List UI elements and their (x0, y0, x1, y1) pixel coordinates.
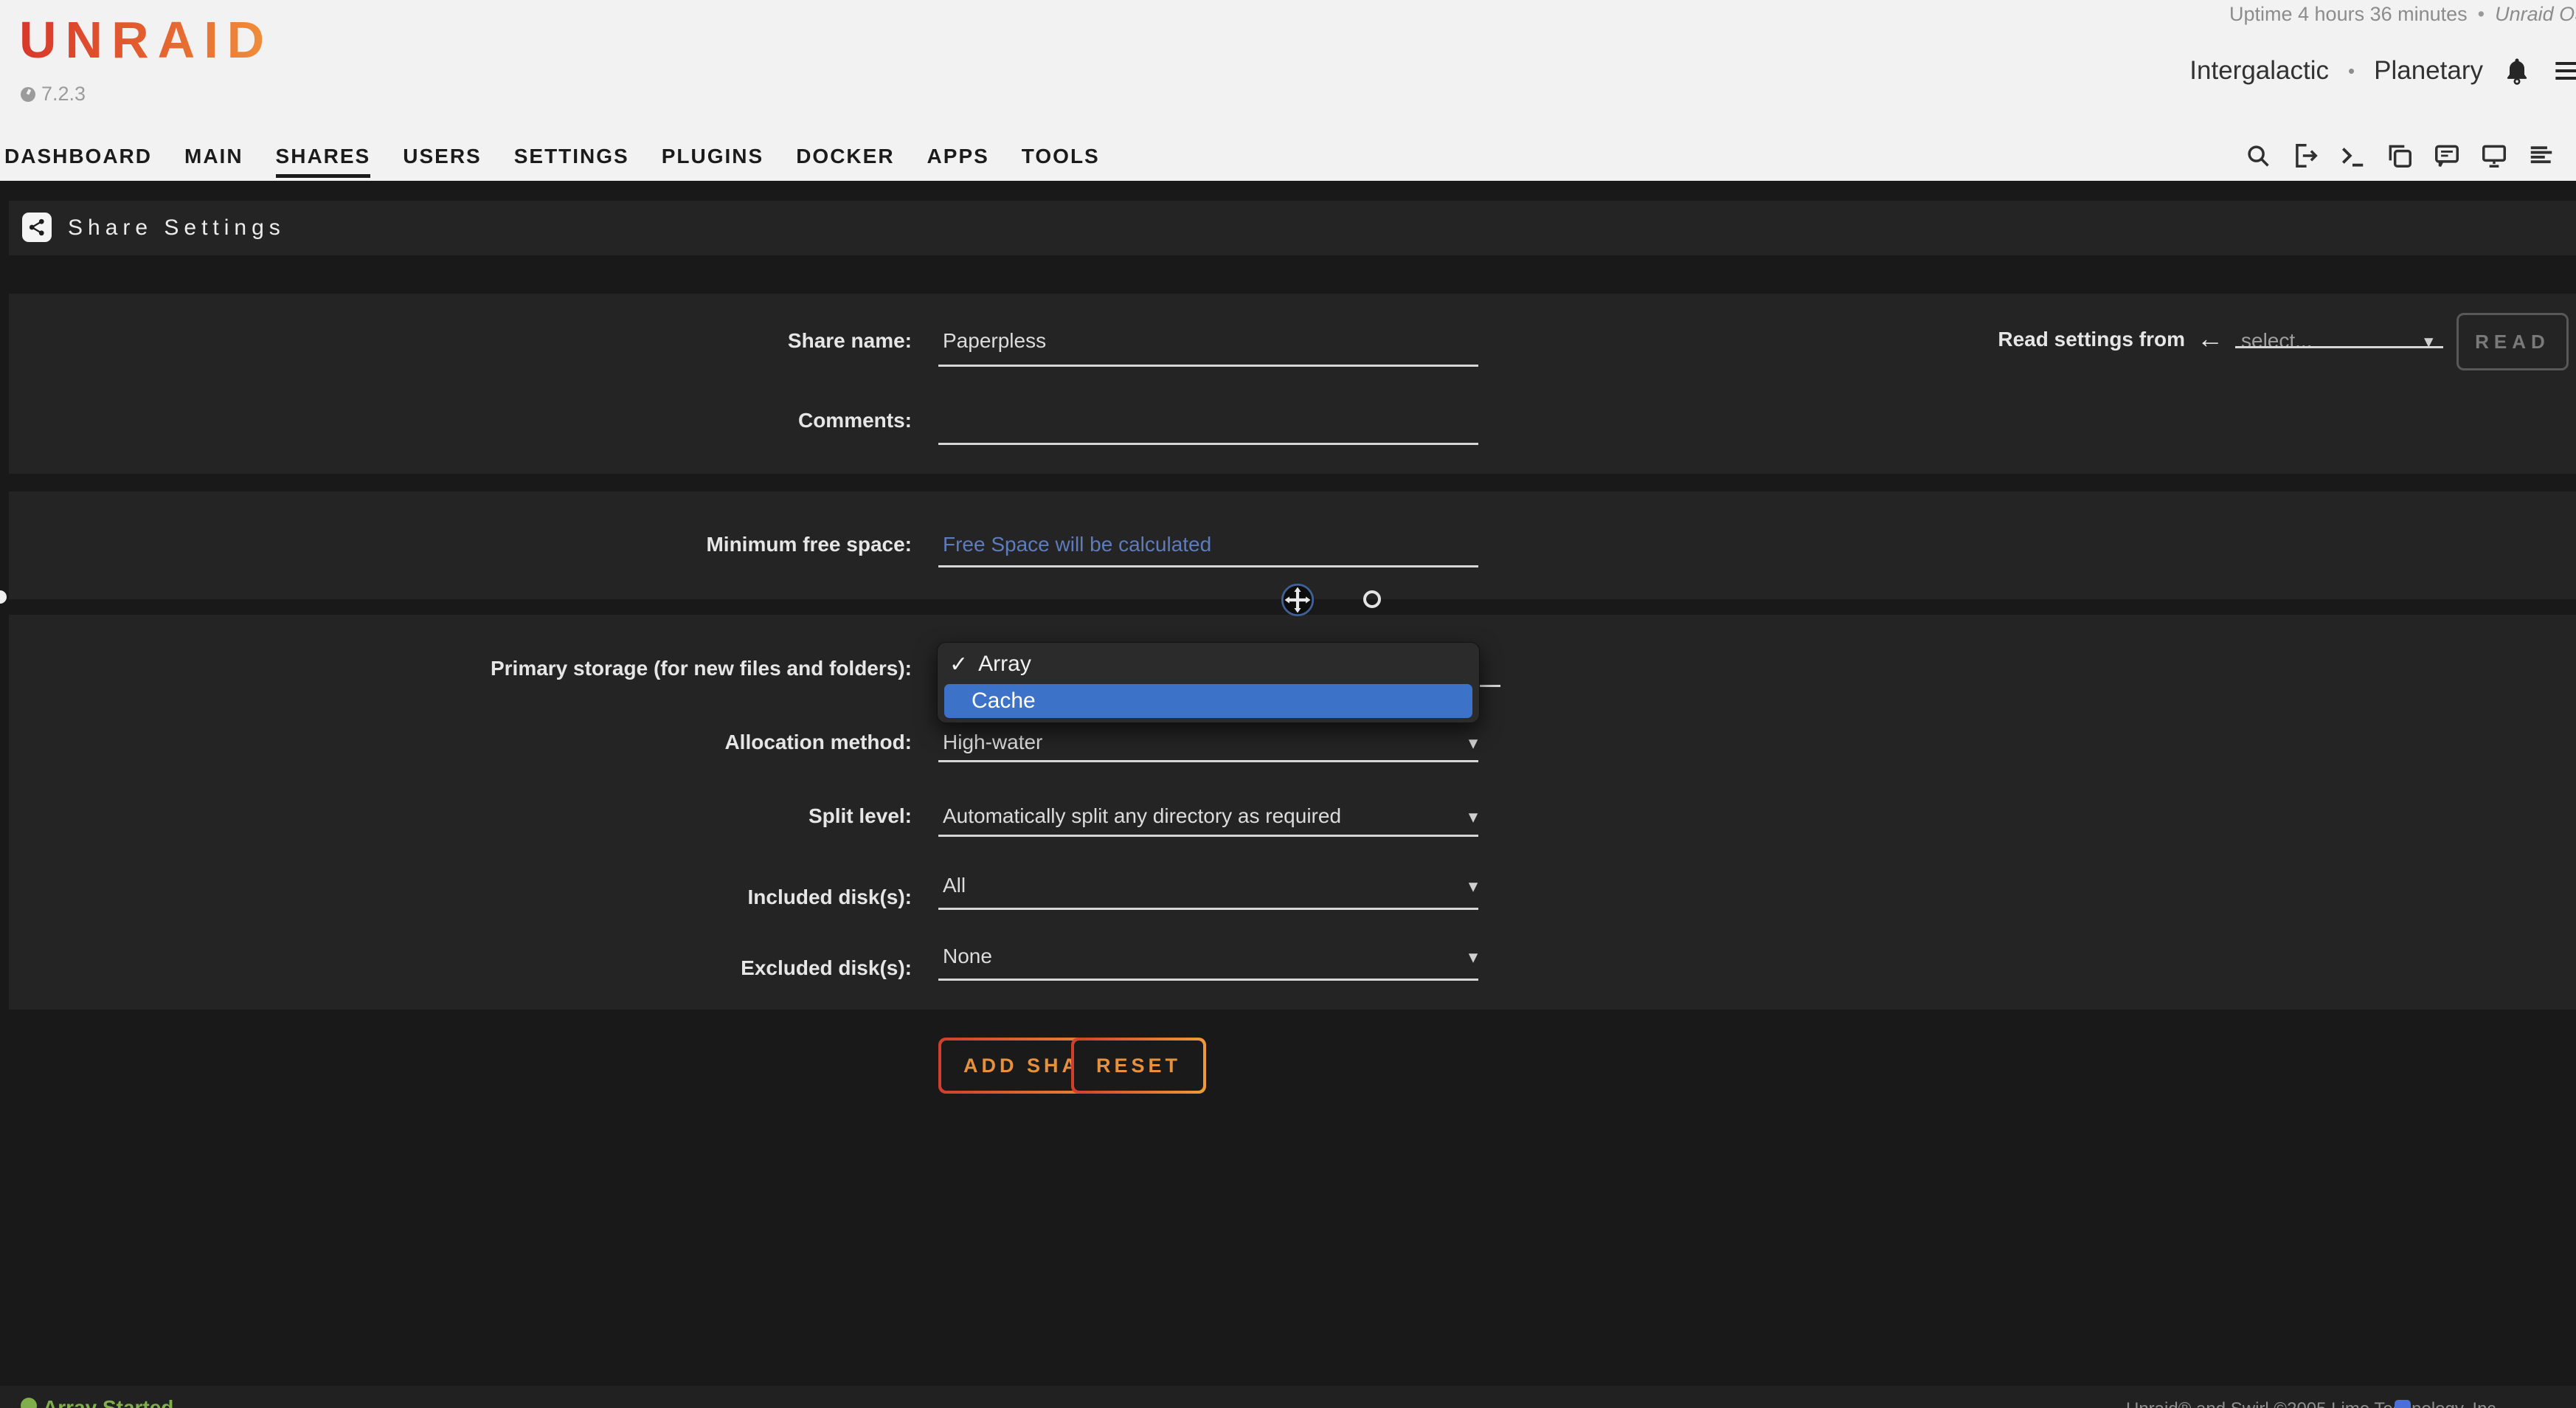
nav-item-docker[interactable]: DOCKER (796, 145, 894, 174)
nav-item-apps[interactable]: APPS (927, 145, 989, 174)
bullet-separator: • (2348, 60, 2355, 83)
nav-item-plugins[interactable]: PLUGINS (662, 145, 764, 174)
sign-out-icon[interactable] (2291, 142, 2319, 170)
excluded-disks-select[interactable]: None (943, 945, 992, 968)
caret-down-icon: ▾ (1462, 732, 1484, 754)
reset-button[interactable]: RESET (1071, 1038, 1206, 1094)
split-level-select[interactable]: Automatically split any directory as req… (943, 804, 1341, 828)
version-badge: 7.2.3 (21, 83, 86, 106)
min-free-space-label: Minimum free space: (413, 533, 912, 556)
min-free-space-underline (938, 565, 1478, 567)
move-cursor-icon (1281, 583, 1315, 621)
monitor-icon[interactable] (2480, 142, 2508, 170)
split-level-underline (938, 835, 1478, 837)
share-icon[interactable] (22, 213, 52, 242)
footer-blue-icon[interactable] (2395, 1400, 2411, 1408)
split-level-label: Split level: (413, 804, 912, 828)
dropdown-option-label: Array (978, 652, 1031, 677)
primary-storage-dropdown: ✓ Array Cache (937, 642, 1480, 723)
version-icon (21, 87, 35, 102)
excluded-disks-underline (938, 979, 1478, 981)
search-icon[interactable] (2244, 142, 2272, 170)
nav-item-users[interactable]: USERS (403, 145, 481, 174)
reset-button-label: RESET (1074, 1041, 1203, 1091)
primary-storage-label: Primary storage (for new files and folde… (413, 657, 912, 680)
uptime-line: Uptime 4 hours 36 minutes • Unraid OS Star… (2229, 3, 2576, 26)
caret-down-icon: ▾ (1462, 875, 1484, 897)
dropdown-option-cache[interactable]: Cache (972, 689, 1036, 714)
share-name-underline (938, 365, 1478, 367)
allocation-method-label: Allocation method: (413, 731, 912, 754)
comments-label: Comments: (413, 409, 912, 432)
menu-icon[interactable] (2551, 56, 2576, 86)
share-name-input[interactable]: Paperpless (943, 329, 1046, 353)
dropdown-option-array[interactable]: ✓ Array (949, 652, 1031, 677)
main-nav: DASHBOARD MAIN SHARES USERS SETTINGS PLU… (4, 145, 1100, 178)
included-disks-underline (938, 908, 1478, 910)
caret-down-icon: ▾ (1462, 946, 1484, 968)
check-icon: ✓ (949, 652, 968, 677)
page-title: Share Settings (68, 215, 285, 241)
allocation-method-select[interactable]: High-water (943, 731, 1042, 754)
excluded-disks-label: Excluded disk(s): (413, 956, 912, 980)
nav-item-settings[interactable]: SETTINGS (514, 145, 629, 174)
array-status-icon (21, 1398, 37, 1408)
read-settings-label: Read settings from (1992, 328, 2185, 351)
toolbar-icons (2244, 142, 2576, 170)
comments-underline (938, 443, 1478, 445)
included-disks-label: Included disk(s): (413, 886, 912, 909)
arrow-left-icon: ← (2197, 323, 2223, 354)
os-edition-label: Unraid OS Starter (2495, 3, 2576, 25)
read-button[interactable]: READ (2456, 313, 2569, 370)
server-identity: Intergalactic • Planetary (2189, 56, 2576, 86)
notifications-bell-icon[interactable] (2502, 56, 2532, 86)
share-name-label: Share name: (413, 329, 912, 353)
read-settings-select[interactable]: select... (2241, 329, 2312, 353)
terminal-icon[interactable] (2338, 142, 2366, 170)
nav-item-dashboard[interactable]: DASHBOARD (4, 145, 152, 174)
server-name: Intergalactic (2189, 56, 2329, 86)
server-description: Planetary (2374, 56, 2483, 86)
top-header: UNRAID 7.2.3 Uptime 4 hours 36 minutes•U… (0, 0, 2576, 181)
unraid-logo[interactable]: UNRAID (19, 10, 273, 69)
caret-down-icon: ▾ (2424, 331, 2434, 353)
page-title-bar (9, 201, 2576, 255)
footer-bar: Array Started Unraid® and Swirl ©2005 Li… (0, 1386, 2576, 1408)
caret-down-icon: ▾ (1462, 806, 1484, 828)
allocation-method-underline (938, 760, 1478, 762)
version-label: 7.2.3 (41, 83, 86, 106)
nav-item-shares[interactable]: SHARES (276, 145, 371, 178)
included-disks-select[interactable]: All (943, 874, 966, 897)
read-settings-underline (2235, 346, 2443, 348)
primary-storage-underline (1478, 685, 1500, 687)
edge-dot-icon (0, 590, 7, 604)
unraid-webgui: UNRAID 7.2.3 Uptime 4 hours 36 minutes•U… (0, 0, 2576, 1408)
copyright-text: Unraid® and Swirl ©2005 Lime Technology,… (2126, 1399, 2496, 1408)
bullet-separator: • (2478, 3, 2485, 25)
nav-item-tools[interactable]: TOOLS (1022, 145, 1100, 174)
log-icon[interactable] (2527, 142, 2555, 170)
feedback-icon[interactable] (2433, 142, 2461, 170)
form-section-basic (9, 294, 2576, 474)
min-free-space-input[interactable]: Free Space will be calculated (943, 533, 1211, 556)
array-status-label[interactable]: Array Started (43, 1396, 173, 1408)
nav-item-main[interactable]: MAIN (184, 145, 243, 174)
uptime-label: Uptime 4 hours 36 minutes (2229, 3, 2468, 25)
cursor-circle-icon (1363, 590, 1381, 608)
copy-icon[interactable] (2386, 142, 2414, 170)
